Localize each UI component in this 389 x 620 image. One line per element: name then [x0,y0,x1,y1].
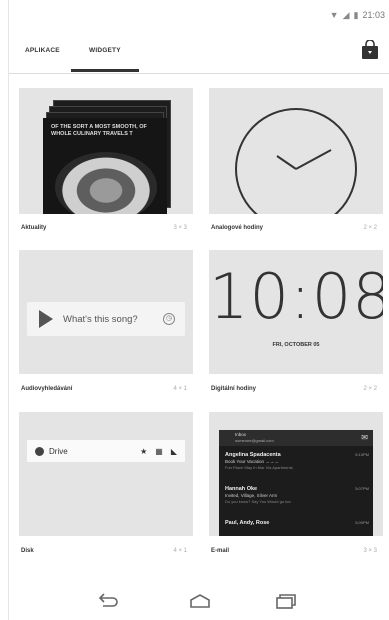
widget-preview: Inbox someone@gmail.com ✉ Angelina Spada… [209,412,383,536]
tab-apps[interactable]: APLIKACE [25,47,60,54]
email-date: 5:15PM [355,452,369,457]
play-icon [39,310,53,328]
widget-preview [209,88,383,214]
upload-icon: ◣ [170,446,177,456]
widget-digital-clock[interactable]: 10:08 FRI, OCTOBER 05 Digitální hodiny 2… [209,250,383,402]
widget-preview: Drive ★ ▦ ◣ [19,412,193,536]
status-time: 21:03 [362,10,385,20]
star-icon: ★ [140,446,148,456]
email-preview: Inbox someone@gmail.com ✉ Angelina Spada… [219,430,373,536]
email-account: someone@gmail.com [235,438,274,443]
email-sender: Paul, Andy, Rose [225,520,270,526]
news-headline: OF THE SORT A MOST SMOOTH, OF WHOLE CULI… [51,124,147,137]
email-preview-text: Fun Place Stay In Mar Via Apartments [225,465,293,470]
widget-preview: OF THE SORT A MOST SMOOTH, OF WHOLE CULI… [19,88,193,214]
widget-size: 2 × 2 [363,386,377,392]
email-header: Inbox someone@gmail.com ✉ [219,430,373,446]
email-subject: Book Your Vacation →→→ [225,459,279,464]
email-date: 5:00PM [355,520,369,525]
drive-icon [35,446,44,456]
sound-search-bar: What's this song? ◷ [27,302,185,336]
widget-email[interactable]: Inbox someone@gmail.com ✉ Angelina Spada… [209,412,383,560]
widget-aktuality[interactable]: OF THE SORT A MOST SMOOTH, OF WHOLE CULI… [19,88,193,240]
news-image [55,152,157,214]
email-sender: Angelina Spadacenta [225,452,281,458]
widget-label: Analogové hodiny [211,225,264,231]
battery-icon: ▮ [353,9,359,20]
email-item: Paul, Andy, Rose 5:00PM [225,520,369,526]
drive-title: Drive [49,446,68,456]
widget-size: 2 × 2 [363,225,377,231]
news-card: OF THE SORT A MOST SMOOTH, OF WHOLE CULI… [43,118,167,214]
analog-clock-face [235,108,357,214]
tab-indicator [71,69,139,72]
widget-analog-clock[interactable]: Analogové hodiny 2 × 2 [209,88,383,240]
digital-date: FRI, OCTOBER 05 [272,342,320,348]
widget-preview: What's this song? ◷ [19,250,193,374]
email-preview-text: Do you know? Say You Would go too [225,499,291,504]
widget-size: 4 × 1 [173,386,187,392]
signal-icon: ◢ [342,9,350,20]
sound-search-label: What's this song? [63,313,138,325]
recents-icon[interactable] [275,593,297,609]
drive-toolbar: Drive ★ ▦ ◣ [27,440,185,462]
widget-size: 3 × 3 [363,548,377,554]
email-sender: Hannah Oke [225,486,258,492]
widget-label: Audiovyhledávání [21,386,73,392]
digital-time: 10:08 [209,260,383,333]
clock-hands [276,149,332,170]
email-date: 5:07PM [355,486,369,491]
email-subject: Invited, Village, Silver Arm [225,493,278,498]
launcher-screen: ▼ ◢ ▮ 21:03 APLIKACE WIDGETY OF THE SORT… [8,0,389,620]
widget-label: Digitální hodiny [211,386,256,392]
wifi-icon: ▼ [329,10,339,20]
widget-size: 3 × 3 [173,225,187,231]
history-icon: ◷ [163,313,175,325]
home-icon[interactable] [189,593,211,609]
widget-audio-search[interactable]: What's this song? ◷ Audiovyhledávání 4 ×… [19,250,193,402]
widget-size: 4 × 1 [173,548,187,554]
divider [9,73,389,74]
compose-icon: ✉ [361,433,368,442]
document-icon: ▦ [155,446,163,456]
email-item: Angelina Spadacenta Book Your Vacation →… [225,452,369,470]
tab-bar: APLIKACE WIDGETY [9,30,389,74]
email-item: Hannah Oke Invited, Village, Silver Arm … [225,486,369,504]
tab-widgets[interactable]: WIDGETY [89,47,121,54]
shopping-bag-icon[interactable] [361,40,379,60]
widget-disk[interactable]: Drive ★ ▦ ◣ Disk 4 × 1 [19,412,193,560]
widget-label: Disk [21,548,34,554]
widget-label: Aktuality [21,225,47,231]
widget-label: E-mail [211,548,230,554]
email-folder: Inbox [235,432,247,437]
navigation-bar [9,585,389,620]
widget-preview: 10:08 FRI, OCTOBER 05 [209,250,383,374]
back-icon[interactable] [97,593,119,609]
status-bar: ▼ ◢ ▮ 21:03 [9,0,389,30]
